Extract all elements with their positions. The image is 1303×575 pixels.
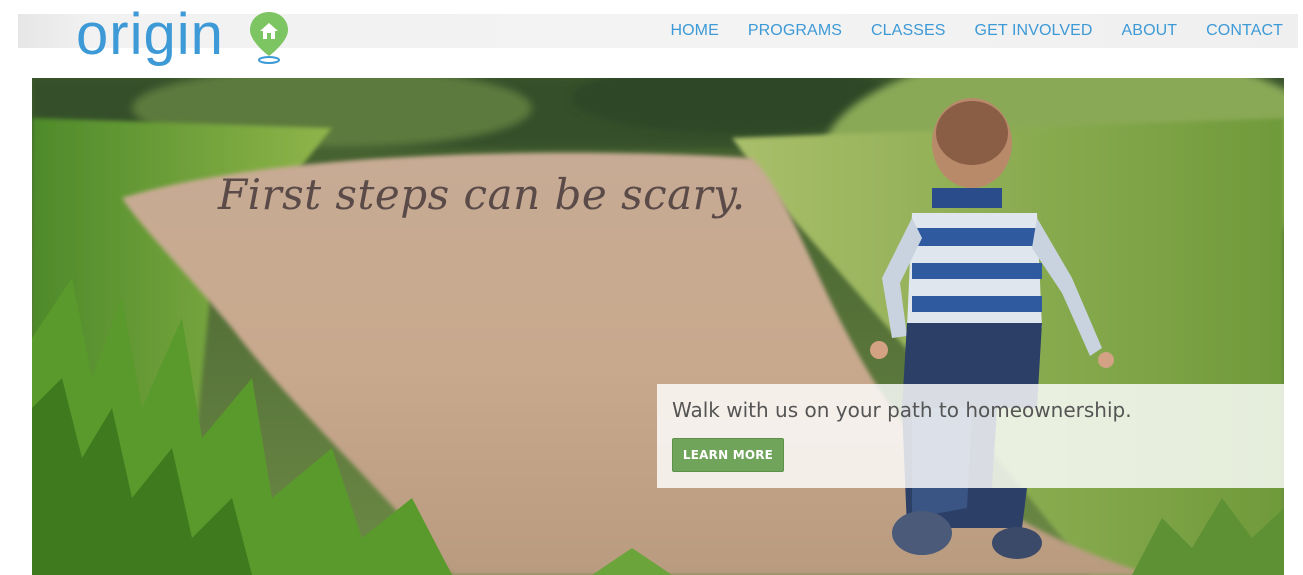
nav-about[interactable]: ABOUT: [1122, 22, 1178, 40]
origin-logo[interactable]: origin: [76, 2, 316, 74]
hero-cta-panel: Walk with us on your path to homeownersh…: [657, 384, 1284, 488]
hero-subtext: Walk with us on your path to homeownersh…: [672, 398, 1132, 422]
nav-home[interactable]: HOME: [670, 22, 718, 40]
learn-more-button[interactable]: LEARN MORE: [672, 438, 784, 472]
logo-wordmark: origin: [76, 2, 224, 67]
nav-get-involved[interactable]: GET INVOLVED: [975, 22, 1093, 40]
map-pin-home-icon: [250, 12, 288, 64]
hero-photo-child-on-path: [32, 78, 1284, 575]
nav-classes[interactable]: CLASSES: [871, 22, 946, 40]
site-header: origin HOME PROGRAMS CLASSES GET INVOLVE…: [0, 0, 1303, 78]
main-nav: HOME PROGRAMS CLASSES GET INVOLVED ABOUT…: [641, 14, 1283, 48]
hero-headline: First steps can be scary.: [218, 170, 746, 219]
nav-contact[interactable]: CONTACT: [1206, 22, 1283, 40]
nav-programs[interactable]: PROGRAMS: [748, 22, 842, 40]
hero-banner: First steps can be scary. Walk with us o…: [32, 78, 1284, 575]
